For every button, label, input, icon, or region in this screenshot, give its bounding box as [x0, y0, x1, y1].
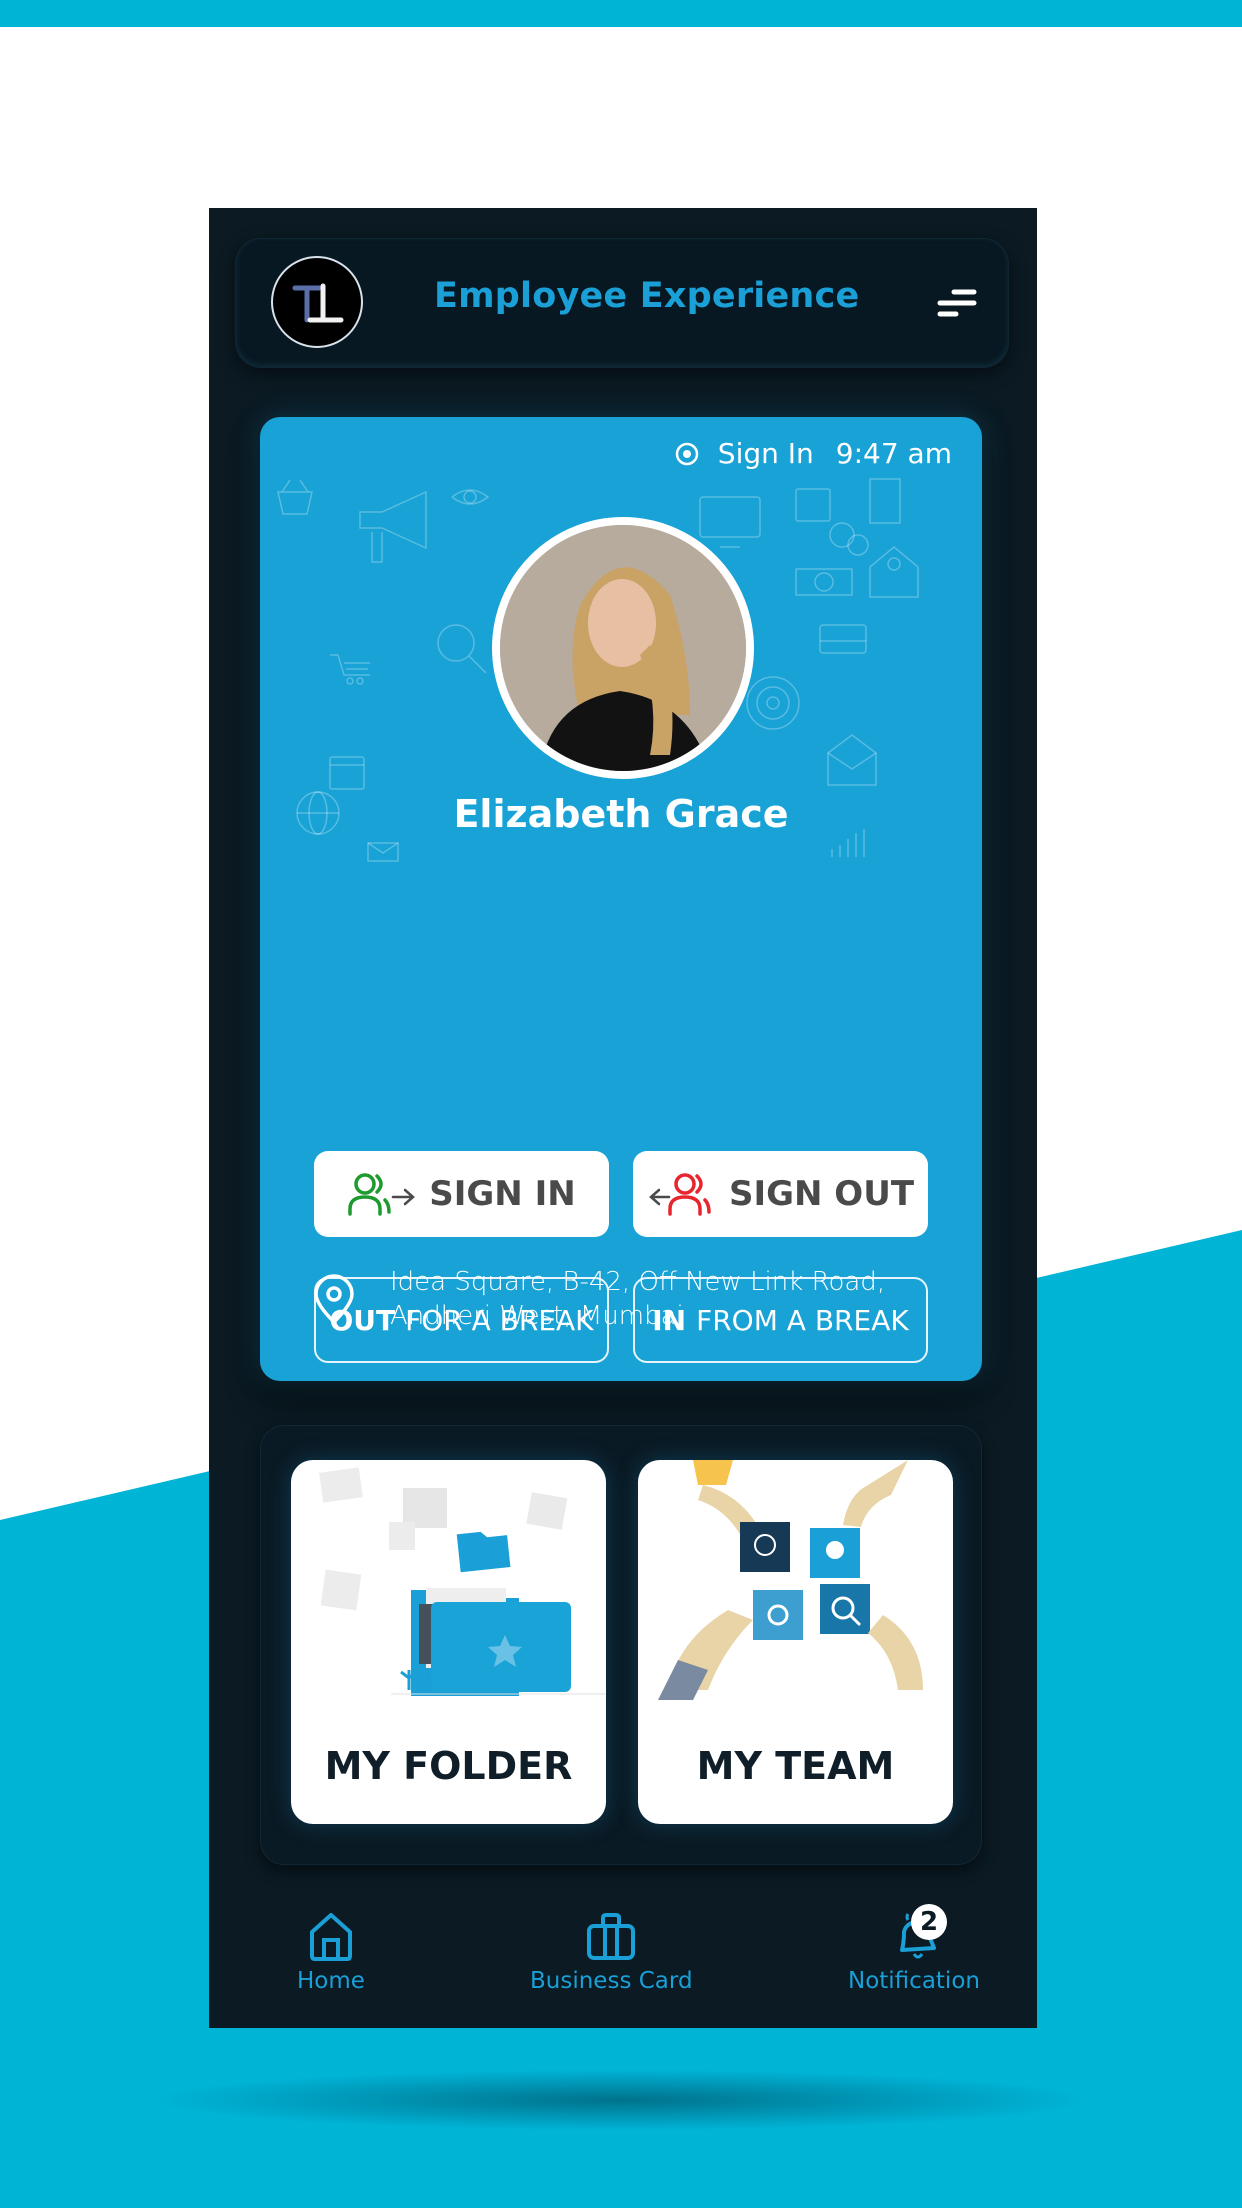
location-pin-icon — [314, 1274, 354, 1324]
quick-access-panel: MY FOLDER MY TEAM — [260, 1425, 982, 1865]
briefcase-icon — [587, 1913, 636, 1960]
user-name: Elizabeth Grace — [453, 792, 789, 836]
nav-business-card[interactable]: Business Card — [530, 1910, 693, 1994]
status-target-icon — [675, 442, 699, 465]
status-time: 9:47 am — [835, 437, 952, 470]
sign-in-label: SIGN IN — [429, 1174, 576, 1214]
phone-screen: Employee Experience Sign In 9:47 am Eliz… — [209, 208, 1037, 2028]
puzzle-team-illustration-icon — [658, 1460, 923, 1700]
sign-out-button[interactable]: SIGN OUT — [633, 1151, 928, 1237]
address-line-2: Andheri West, Mumbai — [390, 1301, 684, 1331]
sign-out-label: SIGN OUT — [728, 1174, 915, 1214]
user-sign-in-icon — [348, 1173, 416, 1216]
profile-photo — [500, 525, 746, 771]
tl-logo-icon[interactable] — [271, 256, 363, 348]
my-folder-label: MY FOLDER — [324, 1744, 573, 1788]
user-sign-out-icon — [649, 1173, 711, 1216]
avatar — [492, 517, 754, 779]
nav-home-label: Home — [297, 1968, 365, 1994]
my-folder-tile[interactable]: MY FOLDER — [291, 1460, 606, 1824]
phone-drop-shadow — [160, 2070, 1080, 2130]
status-label: Sign In — [717, 437, 814, 470]
address-line-1: Idea Square, B-42, Off New Link Road, — [390, 1267, 886, 1297]
folder-illustration-icon — [319, 1467, 606, 1696]
home-icon — [309, 1913, 352, 1961]
my-team-tile[interactable]: MY TEAM — [638, 1460, 953, 1824]
profile-card: Sign In 9:47 am Elizabeth Grace SIGN IN — [260, 417, 982, 1381]
nav-notification-label: Notification — [848, 1968, 980, 1994]
office-address: Idea Square, B-42, Off New Link Road, An… — [312, 1265, 885, 1333]
hamburger-menu-icon[interactable] — [934, 286, 978, 320]
sign-in-button[interactable]: SIGN IN — [314, 1151, 609, 1237]
notification-count-badge: 2 — [911, 1904, 947, 1940]
my-team-label: MY TEAM — [696, 1744, 895, 1788]
nav-home[interactable]: Home — [297, 1910, 365, 1994]
bottom-navigation: Home Business Card Notification 2 — [209, 1888, 1037, 2028]
sign-in-status: Sign In 9:47 am — [672, 437, 952, 470]
nav-business-card-label: Business Card — [530, 1968, 693, 1994]
app-title: Employee Experience — [434, 276, 860, 316]
